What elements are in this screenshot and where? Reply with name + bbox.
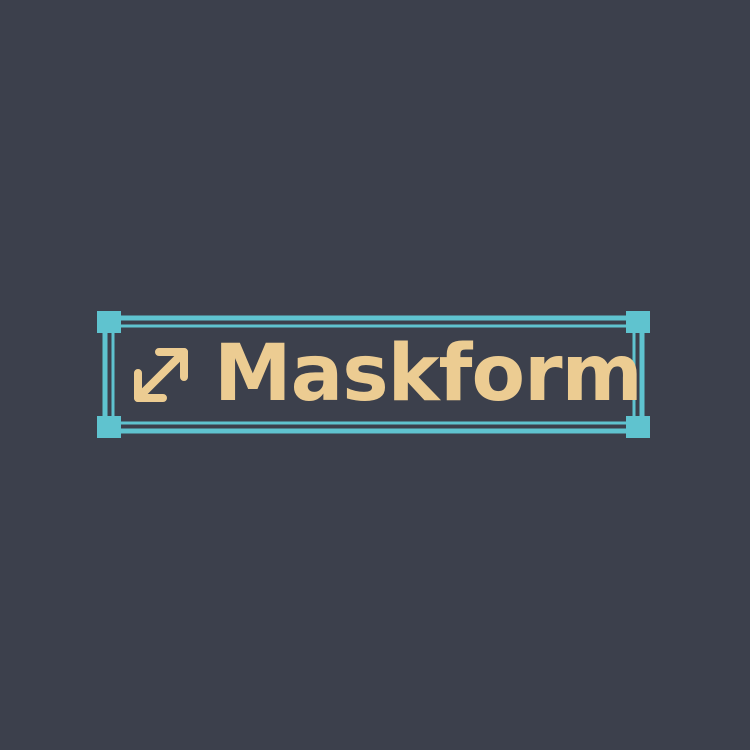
brand-logo: Maskform xyxy=(97,311,650,438)
brand-name: Maskform xyxy=(214,329,643,419)
frame-handle-bottom-left xyxy=(97,416,121,438)
frame-handle-top-left xyxy=(97,311,121,333)
diagonal-resize-arrow-icon xyxy=(134,348,188,402)
